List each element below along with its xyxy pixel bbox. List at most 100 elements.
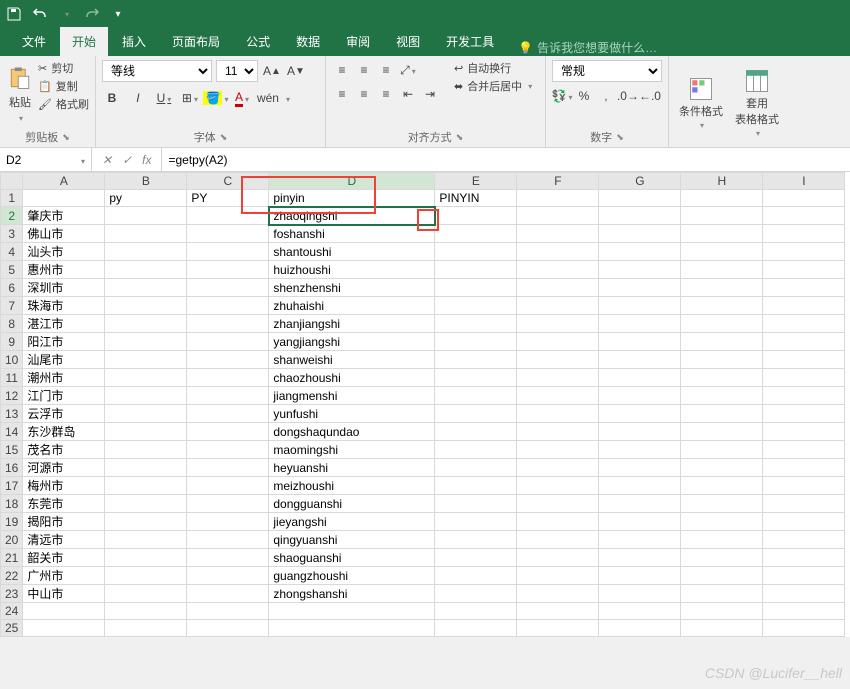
cell-D19[interactable]: jieyangshi [269,513,435,531]
paste-button[interactable]: 粘贴 [6,60,34,127]
cell-A17[interactable]: 梅州市 [23,477,105,495]
align-top-icon[interactable]: ≡ [332,60,352,80]
cell-E9[interactable] [435,333,517,351]
row-header-3[interactable]: 3 [1,225,23,243]
cell-A9[interactable]: 阳江市 [23,333,105,351]
cell-E5[interactable] [435,261,517,279]
cell-D11[interactable]: chaozhoushi [269,369,435,387]
cell-F5[interactable] [517,261,599,279]
cell-B11[interactable] [105,369,187,387]
cell-D22[interactable]: guangzhoushi [269,567,435,585]
cell-C16[interactable] [187,459,269,477]
cell-D3[interactable]: foshanshi [269,225,435,243]
cell-E6[interactable] [435,279,517,297]
font-name-select[interactable]: 等线 [102,60,212,82]
cell-H20[interactable] [681,531,763,549]
cell-H12[interactable] [681,387,763,405]
cell-I6[interactable] [763,279,845,297]
cell-C22[interactable] [187,567,269,585]
cell-B22[interactable] [105,567,187,585]
row-header-12[interactable]: 12 [1,387,23,405]
cell-I19[interactable] [763,513,845,531]
col-header-H[interactable]: H [681,173,763,190]
tell-me-hint[interactable]: 💡 告诉我您想要做什么… [518,39,657,56]
cell-F15[interactable] [517,441,599,459]
cell-G15[interactable] [599,441,681,459]
cell-I11[interactable] [763,369,845,387]
cell-D20[interactable]: qingyuanshi [269,531,435,549]
cell-B2[interactable] [105,207,187,225]
cell-I25[interactable] [763,620,845,637]
number-format-select[interactable]: 常规 [552,60,662,82]
cell-B9[interactable] [105,333,187,351]
col-header-F[interactable]: F [517,173,599,190]
phonetic-button[interactable]: wén [258,88,278,108]
row-header-20[interactable]: 20 [1,531,23,549]
cell-A15[interactable]: 茂名市 [23,441,105,459]
cell-A5[interactable]: 惠州市 [23,261,105,279]
cell-F24[interactable] [517,603,599,620]
copy-button[interactable]: 📋复制 [38,78,89,94]
cell-B24[interactable] [105,603,187,620]
cell-H3[interactable] [681,225,763,243]
row-header-15[interactable]: 15 [1,441,23,459]
align-left-icon[interactable]: ≡ [332,84,352,104]
cell-G16[interactable] [599,459,681,477]
increase-decimal-icon[interactable]: .0→ [618,86,638,106]
cell-F21[interactable] [517,549,599,567]
cell-D9[interactable]: yangjiangshi [269,333,435,351]
cell-B17[interactable] [105,477,187,495]
cell-B16[interactable] [105,459,187,477]
cell-C14[interactable] [187,423,269,441]
select-all-corner[interactable] [1,173,23,190]
cell-F22[interactable] [517,567,599,585]
cell-E20[interactable] [435,531,517,549]
cut-button[interactable]: ✂剪切 [38,60,89,76]
cell-H9[interactable] [681,333,763,351]
cell-H25[interactable] [681,620,763,637]
cell-B14[interactable] [105,423,187,441]
name-box[interactable]: D2 [0,148,92,171]
cell-I15[interactable] [763,441,845,459]
cell-C1[interactable]: PY [187,190,269,207]
wrap-text-button[interactable]: ↩自动换行 [454,60,532,76]
cell-G11[interactable] [599,369,681,387]
cell-E18[interactable] [435,495,517,513]
cell-D2[interactable]: zhaoqingshi [269,207,435,225]
cell-B19[interactable] [105,513,187,531]
cell-F16[interactable] [517,459,599,477]
cell-B21[interactable] [105,549,187,567]
col-header-A[interactable]: A [23,173,105,190]
cell-C12[interactable] [187,387,269,405]
cell-A21[interactable]: 韶关市 [23,549,105,567]
cell-D15[interactable]: maomingshi [269,441,435,459]
font-size-select[interactable]: 11 [216,60,258,82]
cell-I8[interactable] [763,315,845,333]
cell-A14[interactable]: 东沙群岛 [23,423,105,441]
cell-D24[interactable] [269,603,435,620]
cell-B3[interactable] [105,225,187,243]
undo-dropdown-icon[interactable] [58,6,74,22]
cell-I12[interactable] [763,387,845,405]
row-header-25[interactable]: 25 [1,620,23,637]
cell-A23[interactable]: 中山市 [23,585,105,603]
cell-E14[interactable] [435,423,517,441]
cell-E25[interactable] [435,620,517,637]
paste-dropdown-icon[interactable] [17,112,23,124]
cell-G17[interactable] [599,477,681,495]
currency-icon[interactable]: 💱 [552,86,572,106]
cell-H7[interactable] [681,297,763,315]
cell-I16[interactable] [763,459,845,477]
orientation-icon[interactable]: ⤢ [398,60,418,80]
cell-B23[interactable] [105,585,187,603]
align-right-icon[interactable]: ≡ [376,84,396,104]
cell-C8[interactable] [187,315,269,333]
cell-I7[interactable] [763,297,845,315]
row-header-17[interactable]: 17 [1,477,23,495]
cell-H17[interactable] [681,477,763,495]
row-header-9[interactable]: 9 [1,333,23,351]
cell-G1[interactable] [599,190,681,207]
cell-A6[interactable]: 深圳市 [23,279,105,297]
cell-D14[interactable]: dongshaqundao [269,423,435,441]
cell-G7[interactable] [599,297,681,315]
